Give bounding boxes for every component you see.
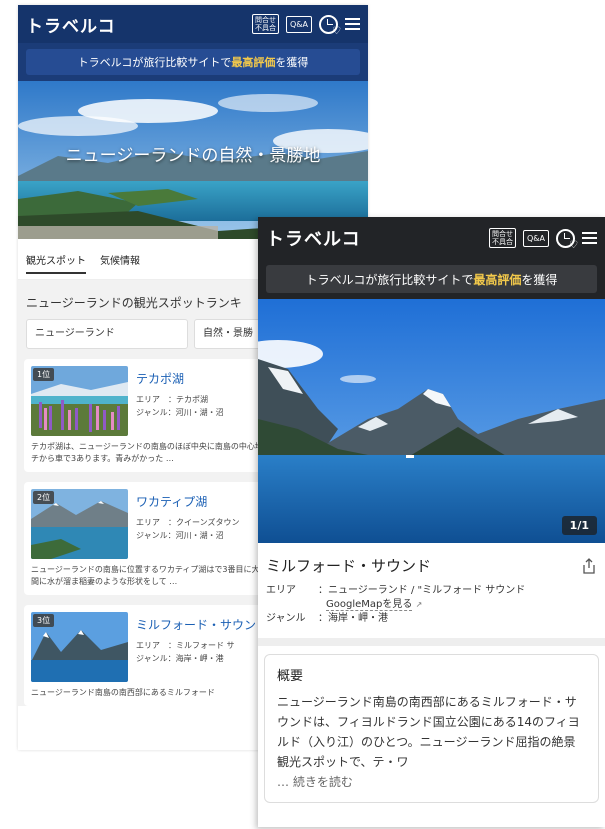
spot-area: エリア ：ミルフォード サ [136,641,235,650]
external-link-icon: ↗ [415,600,423,609]
rank-badge: 1位 [33,368,55,381]
spot-area: エリア ：クイーンズタウン [136,518,240,527]
tab-sightseeing[interactable]: 観光スポット [26,252,86,274]
banner-text: トラベルコが旅行比較サイトで [77,56,232,69]
spot-photo[interactable]: 1/1 [258,299,605,543]
contact-label: 問合せ [254,16,276,24]
qa-button[interactable]: Q&A [285,15,312,33]
share-icon[interactable] [581,557,597,574]
award-banner[interactable]: トラベルコが旅行比較サイトで 最高評価 を獲得 [26,49,360,75]
hamburger-menu-icon[interactable] [345,18,360,30]
contact-label: 問合せ [491,230,513,238]
spot-name[interactable]: ワカティプ湖 [136,493,239,510]
genre-value: ：海岸・岬・港 [318,613,388,624]
spot-genre: ジャンル：海岸・岬・港 [136,654,224,663]
overview-body: ニュージーランド南島の南西部にあるミルフォード・サウンドは、フィヨルドランド国立… [277,695,580,769]
hero-title: ニュージーランドの自然・景勝地 [65,146,321,166]
banner-text-end: を獲得 [275,56,309,69]
spot-info: エリア ：ニュージーランド / "ミルフォード サウンド GoogleMapを見る… [258,584,605,634]
award-banner[interactable]: トラベルコが旅行比較サイトで 最高評価 を獲得 [266,265,597,293]
region-filter-select[interactable]: ニュージーランド [26,319,189,349]
app-header: トラベルコ 問合せ 不具合 Q&A ♡ [258,217,605,259]
banner-text: トラベルコが旅行比較サイトで [305,272,474,287]
genre-label: ジャンル [266,613,306,624]
app-logo[interactable]: トラベルコ [26,12,116,37]
banner-text-end: を獲得 [521,272,558,287]
detail-page-screen: トラベルコ 問合せ 不具合 Q&A ♡ トラベルコが旅行比較サイトで 最高評価 を獲… [258,217,605,827]
divider [258,638,605,646]
lake-wakatipu-thumbnail: 2位 [31,489,128,559]
spot-genre: ジャンル：河川・湖・沼 [136,408,224,417]
googlemap-link[interactable]: GoogleMapを見る [326,599,413,611]
contact-report-button[interactable]: 問合せ 不具合 [251,14,279,34]
banner-highlight: 最高評価 [473,272,522,287]
overview-text: ニュージーランド南島の南西部にあるミルフォード・サウンドは、フィヨルドランド国立… [277,692,586,792]
overview-box: 概要 ニュージーランド南島の南西部にあるミルフォード・サウンドは、フィヨルドラン… [264,654,599,803]
rank-badge: 2位 [33,491,55,504]
spot-name[interactable]: テカポ湖 [136,370,224,387]
hero-image: ニュージーランドの自然・景勝地 [18,81,368,239]
app-logo[interactable]: トラベルコ [266,225,361,251]
history-favorites-icon[interactable]: ♡ [556,228,578,250]
milford-sound-image [258,299,605,543]
spot-name[interactable]: ミルフォード・サウン [136,616,256,633]
banner-highlight: 最高評価 [231,56,276,69]
area-label: エリア [266,585,296,596]
history-favorites-icon[interactable]: ♡ [319,14,341,36]
overview-heading: 概要 [277,669,304,684]
photo-counter: 1/1 [561,516,597,535]
app-header: トラベルコ 問合せ 不具合 Q&A ♡ [18,5,368,43]
report-label: 不具合 [254,24,276,32]
header-icons: 問合せ 不具合 Q&A ♡ [251,14,360,36]
detail-title-row: ミルフォード・サウンド [258,543,605,584]
spot-title: ミルフォード・サウンド [266,557,432,575]
tab-climate[interactable]: 気候情報 [100,252,140,267]
spot-area: エリア ：テカポ湖 [136,395,208,404]
area-value: ：ニュージーランド / "ミルフォード サウンド [318,585,526,596]
qa-button[interactable]: Q&A [522,229,549,247]
rank-badge: 3位 [33,614,55,627]
milford-sound-thumbnail: 3位 [31,612,128,682]
header-icons: 問合せ 不具合 Q&A ♡ [488,228,597,250]
hamburger-menu-icon[interactable] [582,232,597,244]
spot-genre: ジャンル：河川・湖・沼 [136,531,224,540]
contact-report-button[interactable]: 問合せ 不具合 [488,228,516,248]
read-more-link[interactable]: … 続きを読む [277,775,353,789]
report-label: 不具合 [491,238,513,246]
lake-tekapo-thumbnail: 1位 [31,366,128,436]
